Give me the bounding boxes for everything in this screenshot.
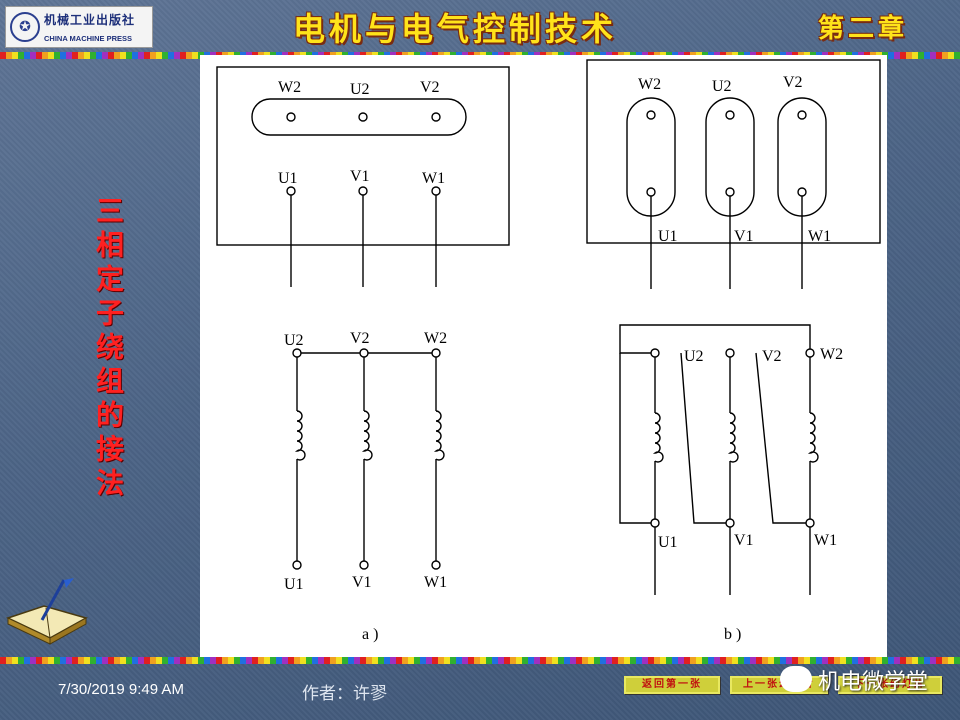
winding-connection-figure: W2 U2 V2 U1 V1 W1 W2 U2 V2 U1 V1 W1 U2 V…: [200, 55, 887, 657]
label-a-sch-u2: U2: [284, 332, 304, 349]
label-b-sch-v2: V2: [762, 348, 782, 365]
label-b-sch-u2: U2: [684, 348, 704, 365]
label-a-top-u2: U2: [350, 81, 370, 98]
page-title: 电机与电气控制技术: [292, 10, 617, 48]
label-b-top-w1: W1: [808, 228, 831, 245]
publisher-logo: ✪ 机械工业出版社 CHINA MACHINE PRESS: [5, 6, 153, 48]
publisher-name-en: CHINA MACHINE PRESS: [44, 34, 133, 43]
label-b-sch-w1: W1: [814, 532, 837, 549]
label-a-sch-u1: U1: [284, 576, 304, 593]
first-slide-button[interactable]: 返回第一张: [624, 676, 720, 694]
label-a-sch-v1: V1: [352, 574, 372, 591]
label-b-sch-v1: V1: [734, 532, 754, 549]
winding-diagram: W2 U2 V2 U1 V1 W1 W2 U2 V2 U1 V1 W1 U2 V…: [216, 59, 881, 643]
label-b-top-u1: U1: [658, 228, 678, 245]
watermark-text: 机电微学堂: [818, 670, 929, 695]
watermark: 机电微学堂: [752, 662, 952, 696]
label-b-top-v1: V1: [734, 228, 754, 245]
label-b-top-w2: W2: [638, 76, 661, 93]
side-title: 三相定子绕组的接法: [92, 196, 125, 502]
label-b-sch-u1: U1: [658, 534, 678, 551]
label-a-sch-w1: W1: [424, 574, 447, 591]
caption-b: b ): [724, 626, 741, 643]
label-a-top-v1: V1: [350, 168, 370, 185]
publisher-name-cn: 机械工业出版社: [44, 13, 136, 27]
book-quill-icon: [5, 578, 88, 645]
label-b-top-u2: U2: [712, 78, 732, 95]
chapter-label: 第二章: [818, 14, 909, 44]
author-label: 作者：许翏: [302, 684, 387, 704]
slide-background: ✪ 机械工业出版社 CHINA MACHINE PRESS 电机与电气控制技术 …: [0, 0, 960, 720]
caption-a: a ): [362, 626, 378, 643]
label-a-top-v2: V2: [420, 79, 440, 96]
wechat-icon: [780, 666, 812, 692]
label-a-top-u1: U1: [278, 170, 298, 187]
label-a-top-w2: W2: [278, 79, 301, 96]
date-stamp: 7/30/2019 9:49 AM: [58, 681, 184, 698]
label-a-sch-v2: V2: [350, 330, 370, 347]
label-b-top-v2: V2: [783, 74, 803, 91]
label-a-sch-w2: W2: [424, 330, 447, 347]
publisher-emblem-icon: ✪: [10, 12, 40, 42]
label-a-top-w1: W1: [422, 170, 445, 187]
header: ✪ 机械工业出版社 CHINA MACHINE PRESS 电机与电气控制技术 …: [0, 0, 960, 52]
label-b-sch-w2: W2: [820, 346, 843, 363]
